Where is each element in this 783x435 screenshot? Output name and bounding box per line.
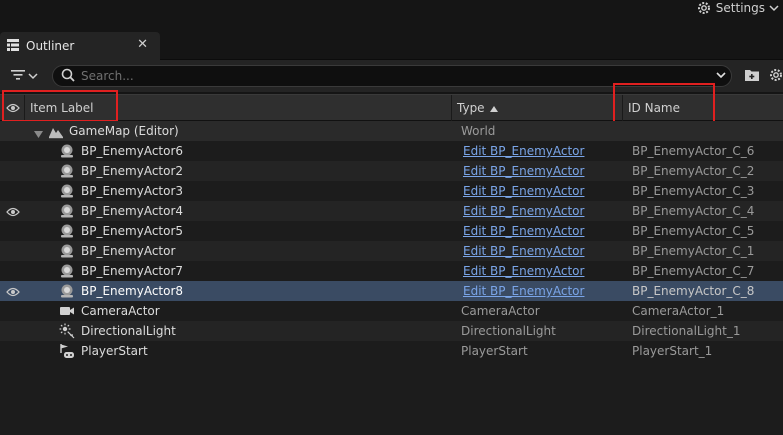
search-options-chevron-icon[interactable] xyxy=(715,69,727,84)
sort-ascending-icon xyxy=(489,101,498,115)
item-label: BP_EnemyActor7 xyxy=(81,264,184,278)
item-id-name: CameraActor_1 xyxy=(632,304,725,318)
tree-row[interactable]: CameraActor CameraActor CameraActor_1 xyxy=(0,301,783,321)
chevron-down-icon xyxy=(28,70,38,84)
item-id-name: BP_EnemyActor_C_7 xyxy=(632,264,755,278)
settings-label: Settings xyxy=(715,1,765,15)
column-id-name-text: ID Name xyxy=(628,101,680,115)
tree-row[interactable]: BP_EnemyActor5 Edit BP_EnemyActor BP_Enemy… xyxy=(0,221,783,241)
player-start-icon xyxy=(59,343,75,359)
pawn-actor-icon xyxy=(59,263,75,279)
item-label: CameraActor xyxy=(81,304,160,318)
edit-blueprint-link[interactable]: Edit BP_EnemyActor xyxy=(463,164,584,178)
eye-icon[interactable] xyxy=(6,286,20,301)
tree-row[interactable]: BP_EnemyActor Edit BP_EnemyActor BP_EnemyA… xyxy=(0,241,783,261)
expand-arrow-icon[interactable] xyxy=(34,127,43,141)
column-separator[interactable] xyxy=(622,95,623,121)
search-box[interactable] xyxy=(52,65,732,87)
directional-light-icon xyxy=(59,323,75,339)
world-label: GameMap (Editor) xyxy=(69,124,179,138)
tree-row[interactable]: BP_EnemyActor8 Edit BP_EnemyActor BP_Enemy… xyxy=(0,281,783,301)
item-label: BP_EnemyActor xyxy=(81,244,176,258)
item-id-name: PlayerStart_1 xyxy=(632,344,713,358)
item-id-name: BP_EnemyActor_C_2 xyxy=(632,164,755,178)
world-type: World xyxy=(461,124,496,138)
column-type-text: Type xyxy=(457,101,485,115)
item-label: BP_EnemyActor8 xyxy=(81,284,184,298)
world-icon xyxy=(48,123,64,139)
chevron-down-icon xyxy=(769,3,779,13)
close-icon[interactable]: ✕ xyxy=(137,38,148,52)
item-id-name: DirectionalLight_1 xyxy=(632,324,741,338)
column-type[interactable]: Type xyxy=(457,95,498,121)
filter-button[interactable] xyxy=(10,68,38,85)
item-id-name: BP_EnemyActor_C_6 xyxy=(632,144,755,158)
item-label: BP_EnemyActor6 xyxy=(81,144,184,158)
pawn-actor-icon xyxy=(59,203,75,219)
tab-outliner[interactable]: Outliner ✕ xyxy=(0,32,160,60)
edit-blueprint-link[interactable]: Edit BP_EnemyActor xyxy=(463,284,584,298)
edit-blueprint-link[interactable]: Edit BP_EnemyActor xyxy=(463,204,584,218)
item-label: BP_EnemyActor4 xyxy=(81,204,184,218)
column-header: Item Label Type ID Name xyxy=(0,94,783,121)
tab-label: Outliner xyxy=(26,39,75,53)
tab-strip: Outliner ✕ xyxy=(0,28,783,60)
item-type: CameraActor xyxy=(461,304,540,318)
outliner-empty-area xyxy=(0,361,783,435)
outliner-tree: GameMap (Editor) World BP_EnemyActor6 Edi… xyxy=(0,121,783,361)
add-folder-icon xyxy=(744,70,760,85)
item-label: BP_EnemyActor2 xyxy=(81,164,184,178)
search-input[interactable] xyxy=(81,69,701,83)
tree-row[interactable]: PlayerStart PlayerStart PlayerStart_1 xyxy=(0,341,783,361)
item-id-name: BP_EnemyActor_C_1 xyxy=(632,244,755,258)
pawn-actor-icon xyxy=(59,183,75,199)
item-id-name: BP_EnemyActor_C_3 xyxy=(632,184,755,198)
eye-icon[interactable] xyxy=(6,102,20,117)
edit-blueprint-link[interactable]: Edit BP_EnemyActor xyxy=(463,244,584,258)
item-type: DirectionalLight xyxy=(461,324,556,338)
column-item-label-text: Item Label xyxy=(30,101,94,115)
pawn-actor-icon xyxy=(59,243,75,259)
pawn-actor-icon xyxy=(59,143,75,159)
column-separator[interactable] xyxy=(24,95,25,121)
item-id-name: BP_EnemyActor_C_4 xyxy=(632,204,755,218)
tree-row[interactable]: BP_EnemyActor3 Edit BP_EnemyActor BP_Enemy… xyxy=(0,181,783,201)
outliner-icon xyxy=(6,38,20,55)
tree-row[interactable]: BP_EnemyActor2 Edit BP_EnemyActor BP_Enemy… xyxy=(0,161,783,181)
tree-row-world[interactable]: GameMap (Editor) World xyxy=(0,121,783,141)
outliner-settings-button[interactable] xyxy=(768,67,783,86)
item-label: BP_EnemyActor5 xyxy=(81,224,184,238)
tree-row[interactable]: DirectionalLight DirectionalLight Directio… xyxy=(0,321,783,341)
item-type: PlayerStart xyxy=(461,344,528,358)
column-item-label[interactable]: Item Label xyxy=(30,95,94,121)
filter-icon xyxy=(10,68,26,85)
settings-button[interactable]: Settings xyxy=(696,0,779,16)
search-icon xyxy=(61,68,75,85)
tree-row[interactable]: BP_EnemyActor6 Edit BP_EnemyActor BP_Enemy… xyxy=(0,141,783,161)
pawn-actor-icon xyxy=(59,283,75,299)
top-bar: Settings xyxy=(0,0,783,28)
camera-icon xyxy=(59,303,75,319)
item-label: PlayerStart xyxy=(81,344,148,358)
item-label: DirectionalLight xyxy=(81,324,176,338)
edit-blueprint-link[interactable]: Edit BP_EnemyActor xyxy=(463,144,584,158)
edit-blueprint-link[interactable]: Edit BP_EnemyActor xyxy=(463,264,584,278)
gear-icon xyxy=(768,69,783,86)
item-id-name: BP_EnemyActor_C_5 xyxy=(632,224,755,238)
pawn-actor-icon xyxy=(59,223,75,239)
outliner-toolbar xyxy=(0,60,783,92)
add-folder-button[interactable] xyxy=(744,68,760,85)
item-id-name: BP_EnemyActor_C_8 xyxy=(632,284,755,298)
eye-icon[interactable] xyxy=(6,206,20,221)
tree-row[interactable]: BP_EnemyActor4 Edit BP_EnemyActor BP_Enemy… xyxy=(0,201,783,221)
column-separator[interactable] xyxy=(451,95,452,121)
tree-row[interactable]: BP_EnemyActor7 Edit BP_EnemyActor BP_Enemy… xyxy=(0,261,783,281)
pawn-actor-icon xyxy=(59,163,75,179)
item-label: BP_EnemyActor3 xyxy=(81,184,184,198)
column-id-name[interactable]: ID Name xyxy=(628,95,680,121)
edit-blueprint-link[interactable]: Edit BP_EnemyActor xyxy=(463,184,584,198)
edit-blueprint-link[interactable]: Edit BP_EnemyActor xyxy=(463,224,584,238)
gear-icon xyxy=(696,0,712,16)
